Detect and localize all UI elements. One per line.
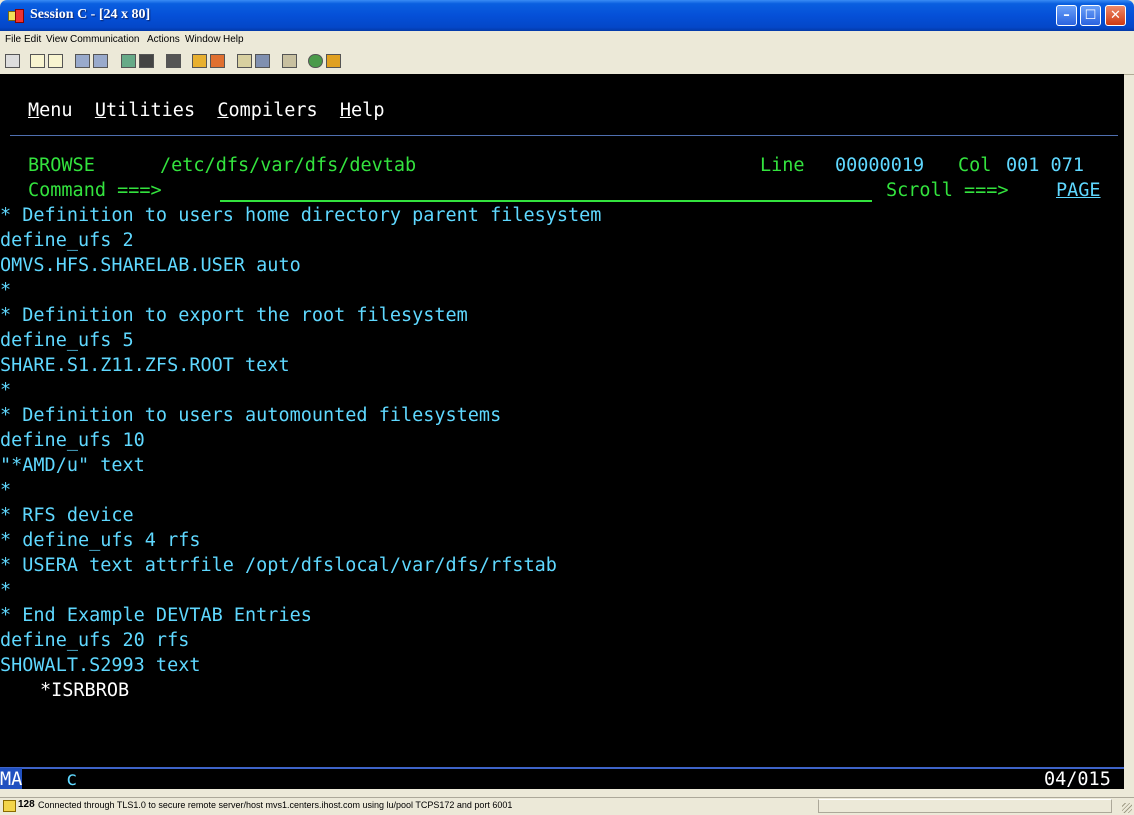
toolbar bbox=[0, 49, 1134, 75]
macro-play-icon[interactable] bbox=[139, 54, 154, 68]
command-label: Command ===> bbox=[28, 180, 162, 201]
file-line: * bbox=[0, 280, 12, 301]
emulator-window: Session C - [24 x 80] – ☐ ✕ File Edit Vi… bbox=[0, 0, 1134, 815]
file-line: SHOWALT.S2993 text bbox=[0, 655, 201, 676]
scroll-label: Scroll ===> bbox=[886, 180, 1009, 201]
line-value: 00000019 bbox=[835, 155, 925, 176]
side-frame bbox=[1124, 95, 1134, 789]
copy-icon[interactable] bbox=[30, 54, 45, 68]
file-line: define_ufs 10 bbox=[0, 430, 145, 451]
file-line: * RFS device bbox=[0, 505, 134, 526]
action-compilers-hot[interactable]: C bbox=[217, 100, 228, 121]
file-line: * Definition to export the root filesyst… bbox=[0, 305, 468, 326]
status-code: 128 bbox=[18, 799, 35, 810]
line-label: Line bbox=[760, 155, 805, 176]
operator-info-area: MA c 04/015 bbox=[0, 767, 1124, 789]
transfer-up-icon[interactable] bbox=[210, 54, 225, 68]
status-bar: 128 Connected through TLS1.0 to secure r… bbox=[0, 797, 1134, 815]
action-menu-rest[interactable]: enu bbox=[39, 100, 72, 121]
cursor-position: 04/015 bbox=[1044, 769, 1111, 789]
keypad-icon[interactable] bbox=[192, 54, 207, 68]
action-utilities-hot[interactable]: U bbox=[95, 100, 106, 121]
action-utilities[interactable]: tilities bbox=[106, 100, 195, 121]
menu-communication[interactable]: Communication bbox=[70, 34, 139, 45]
file-path: /etc/dfs/var/dfs/devtab bbox=[160, 155, 417, 176]
session-icon bbox=[8, 9, 24, 23]
file-line: define_ufs 5 bbox=[0, 330, 134, 351]
action-help[interactable]: elp bbox=[351, 100, 384, 121]
connection-status: Connected through TLS1.0 to secure remot… bbox=[38, 800, 513, 810]
file-line: * bbox=[0, 580, 12, 601]
send-file-icon[interactable] bbox=[75, 54, 90, 68]
action-menu[interactable]: M bbox=[28, 100, 39, 121]
file-line: * bbox=[0, 380, 12, 401]
maximize-button[interactable]: ☐ bbox=[1080, 5, 1101, 26]
action-bar-separator bbox=[10, 135, 1118, 136]
action-bar: Menu Utilities Compilers Help bbox=[28, 99, 384, 122]
ma-indicator: MA bbox=[0, 768, 23, 789]
menu-help[interactable]: Help bbox=[223, 34, 244, 45]
minimize-button[interactable]: – bbox=[1056, 5, 1077, 26]
file-line: define_ufs 2 bbox=[0, 230, 134, 251]
globe-icon[interactable] bbox=[308, 54, 323, 68]
menu-window[interactable]: Window bbox=[185, 34, 221, 45]
file-line: define_ufs 20 rfs bbox=[0, 630, 190, 651]
transfer-down-icon[interactable] bbox=[237, 54, 252, 68]
action-help-hot[interactable]: H bbox=[340, 100, 351, 121]
file-line: OMVS.HFS.SHARELAB.USER auto bbox=[0, 255, 301, 276]
menu-file[interactable]: File bbox=[5, 34, 21, 45]
message-line: *ISRBROB bbox=[40, 680, 130, 701]
title-bar[interactable]: Session C - [24 x 80] – ☐ ✕ bbox=[0, 0, 1134, 31]
macro-record-icon[interactable] bbox=[121, 54, 136, 68]
connect-icon[interactable] bbox=[255, 54, 270, 68]
resize-grip-icon[interactable] bbox=[1122, 803, 1132, 813]
file-line: SHARE.S1.Z11.ZFS.ROOT text bbox=[0, 355, 290, 376]
scroll-amount[interactable]: PAGE bbox=[1056, 179, 1101, 202]
file-line: * define_ufs 4 rfs bbox=[0, 530, 201, 551]
terminal-screen[interactable]: Menu Utilities Compilers Help BROWSE /et… bbox=[0, 95, 1124, 789]
file-line: * USERA text attrfile /opt/dfslocal/var/… bbox=[0, 555, 557, 576]
close-button[interactable]: ✕ bbox=[1105, 5, 1126, 26]
status-pane bbox=[818, 799, 1112, 813]
menu-view[interactable]: View bbox=[46, 34, 68, 45]
col-value: 001 071 bbox=[1006, 155, 1084, 176]
window-title: Session C - [24 x 80] bbox=[30, 7, 151, 22]
file-line: * bbox=[0, 480, 12, 501]
file-line: * Definition to users home directory par… bbox=[0, 205, 602, 226]
file-line: * End Example DEVTAB Entries bbox=[0, 605, 312, 626]
lock-icon bbox=[3, 800, 16, 812]
pencil-icon[interactable] bbox=[326, 54, 341, 68]
paste-icon[interactable] bbox=[48, 54, 63, 68]
session-indicator: c bbox=[66, 769, 78, 789]
menu-edit[interactable]: Edit bbox=[24, 34, 41, 45]
receive-file-icon[interactable] bbox=[93, 54, 108, 68]
command-input[interactable] bbox=[220, 200, 872, 202]
menu-bar: File Edit View Communication Actions Win… bbox=[0, 31, 1134, 49]
browse-mode: BROWSE bbox=[28, 155, 95, 176]
display-icon[interactable] bbox=[5, 54, 20, 68]
action-compilers[interactable]: ompilers bbox=[229, 100, 318, 121]
file-line: * Definition to users automounted filesy… bbox=[0, 405, 502, 426]
disconnect-icon[interactable] bbox=[282, 54, 297, 68]
file-line: "*AMD/u" text bbox=[0, 455, 145, 476]
menu-actions[interactable]: Actions bbox=[147, 34, 180, 45]
print-screen-icon[interactable] bbox=[166, 54, 181, 68]
col-label: Col bbox=[958, 155, 992, 176]
